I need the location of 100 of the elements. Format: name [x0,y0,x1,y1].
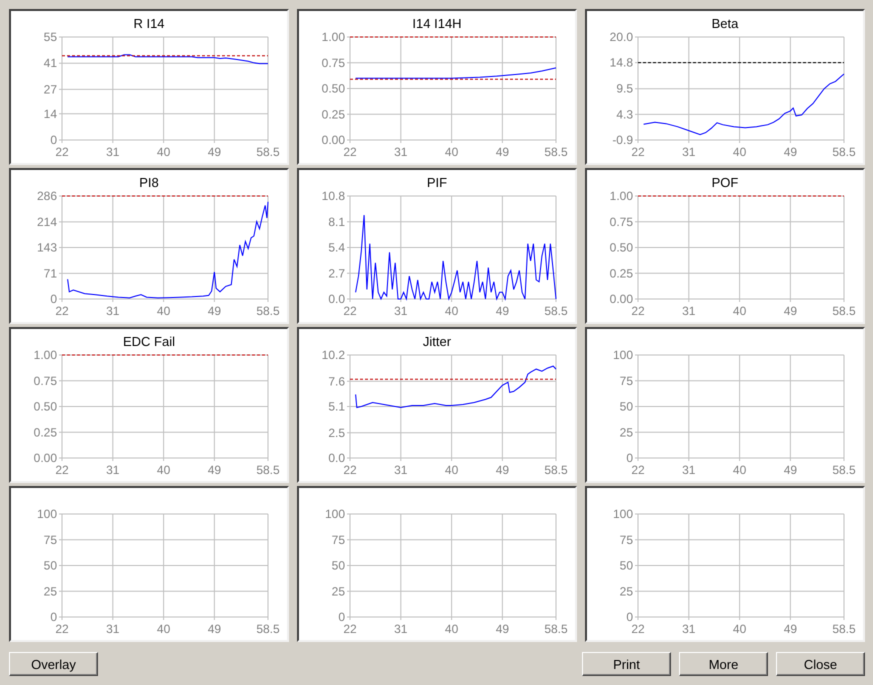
axis-tick-label: 58.5 [832,622,856,636]
axis-tick-label: 40 [732,622,746,636]
axis-tick-label: 49 [208,145,222,159]
axis-tick-label: 40 [156,145,170,159]
axis-tick-label: 58.5 [544,304,568,318]
axis-tick-label: 22 [55,622,69,636]
axis-tick-label: 31 [682,304,696,318]
axis-tick-label: 58.5 [544,463,568,477]
axis-tick-label: 0.25 [34,425,57,440]
axis-tick-label: 286 [36,190,57,203]
axis-tick-label: 100 [36,508,57,521]
axis-tick-label: 58.5 [256,622,280,636]
axis-tick-label: 9.5 [616,82,633,96]
axis-tick-label: 58.5 [256,304,280,318]
axis-tick-label: 50 [44,558,57,572]
chart-title: Jitter [422,334,452,349]
axis-tick-label: 31 [682,145,696,159]
axis-tick-label: 49 [496,145,510,159]
axis-tick-label: 0.25 [322,107,345,122]
axis-tick-label: 31 [106,145,120,159]
axis-tick-label: 22 [631,622,645,636]
axis-tick-label: 40 [732,304,746,318]
axis-tick-label: 55 [44,31,57,44]
axis-tick-label: 0 [338,610,345,624]
axis-tick-label: 49 [784,145,798,159]
chart-title: PIF [426,175,448,190]
axis-tick-label: 0.00 [610,292,633,306]
axis-tick-label: 0.75 [322,56,345,70]
axis-tick-label: 1.00 [610,190,633,203]
axis-tick-label: 0.25 [610,266,633,280]
axis-tick-label: 4.3 [616,107,633,122]
axis-tick-label: 27 [44,82,57,96]
axis-tick-label: 58.5 [832,304,856,318]
axis-tick-label: 58.5 [832,145,856,159]
axis-tick-label: 58.5 [256,145,280,159]
more-button[interactable]: More [679,652,768,676]
axis-tick-label: 0.0 [328,292,345,306]
axis-tick-label: 58.5 [832,463,856,477]
chart-title: PI8 [139,175,159,190]
axis-tick-label: 0 [626,610,633,624]
axis-tick-label: 25 [332,584,345,598]
axis-tick-label: 2.5 [328,426,345,440]
axis-tick-label: 75 [620,532,633,547]
axis-tick-label: 7.6 [328,374,345,388]
axis-tick-label: 0 [50,610,57,624]
axis-tick-label: 22 [55,145,69,159]
axis-tick-label: 40 [156,622,170,636]
axis-tick-label: 58.5 [544,622,568,636]
axis-tick-label: 0.75 [34,374,57,388]
axis-tick-label: 49 [208,304,222,318]
axis-tick-label: 22 [631,463,645,477]
axis-tick-label: 2.7 [328,266,345,280]
axis-tick-label: 50 [620,400,633,414]
axis-tick-label: 0.50 [610,240,633,254]
axis-tick-label: 50 [332,558,345,572]
axis-tick-label: 100 [324,508,345,521]
axis-tick-label: 22 [55,304,69,318]
axis-tick-label: 58.5 [256,463,280,477]
close-button[interactable]: Close [776,652,865,676]
axis-tick-label: 22 [631,304,645,318]
chart-title: EDC Fail [122,334,175,349]
chart-title: POF [712,175,738,190]
axis-tick-label: 0 [50,133,57,147]
axis-tick-label: 25 [44,584,57,598]
axis-tick-label: 0 [50,292,57,306]
axis-tick-label: 100 [612,508,633,521]
axis-tick-label: 40 [444,145,458,159]
axis-tick-label: 0 [626,451,633,465]
axis-tick-label: 58.5 [544,145,568,159]
axis-tick-label: 0.50 [322,82,345,96]
axis-tick-label: 14.8 [610,56,633,70]
axis-tick-label: 49 [496,622,510,636]
axis-tick-label: 49 [784,304,798,318]
axis-tick-label: 1.00 [322,31,345,44]
axis-tick-label: 31 [394,463,408,477]
axis-tick-label: 25 [620,425,633,440]
print-button[interactable]: Print [582,652,671,676]
axis-tick-label: 0.00 [322,133,345,147]
axis-tick-label: 31 [394,304,408,318]
axis-tick-label: 40 [444,463,458,477]
axis-tick-label: -0.9 [612,133,633,147]
axis-tick-label: 22 [343,463,357,477]
axis-tick-label: 40 [156,304,170,318]
axis-tick-label: 40 [444,622,458,636]
axis-tick-label: 22 [343,304,357,318]
axis-tick-label: 49 [784,463,798,477]
overlay-button[interactable]: Overlay [9,652,98,676]
chart-title: Beta [712,16,738,31]
axis-tick-label: 100 [612,349,633,362]
axis-tick-label: 75 [332,532,345,547]
axis-tick-label: 49 [208,622,222,636]
axis-tick-label: 1.00 [34,349,57,362]
axis-tick-label: 31 [394,145,408,159]
axis-tick-label: 25 [620,584,633,598]
axis-tick-label: 22 [343,145,357,159]
axis-tick-label: 71 [44,266,57,280]
axis-tick-label: 31 [106,463,120,477]
chart-title: R I14 [133,16,165,31]
axis-tick-label: 20.0 [610,31,633,44]
axis-tick-label: 8.1 [328,214,345,229]
